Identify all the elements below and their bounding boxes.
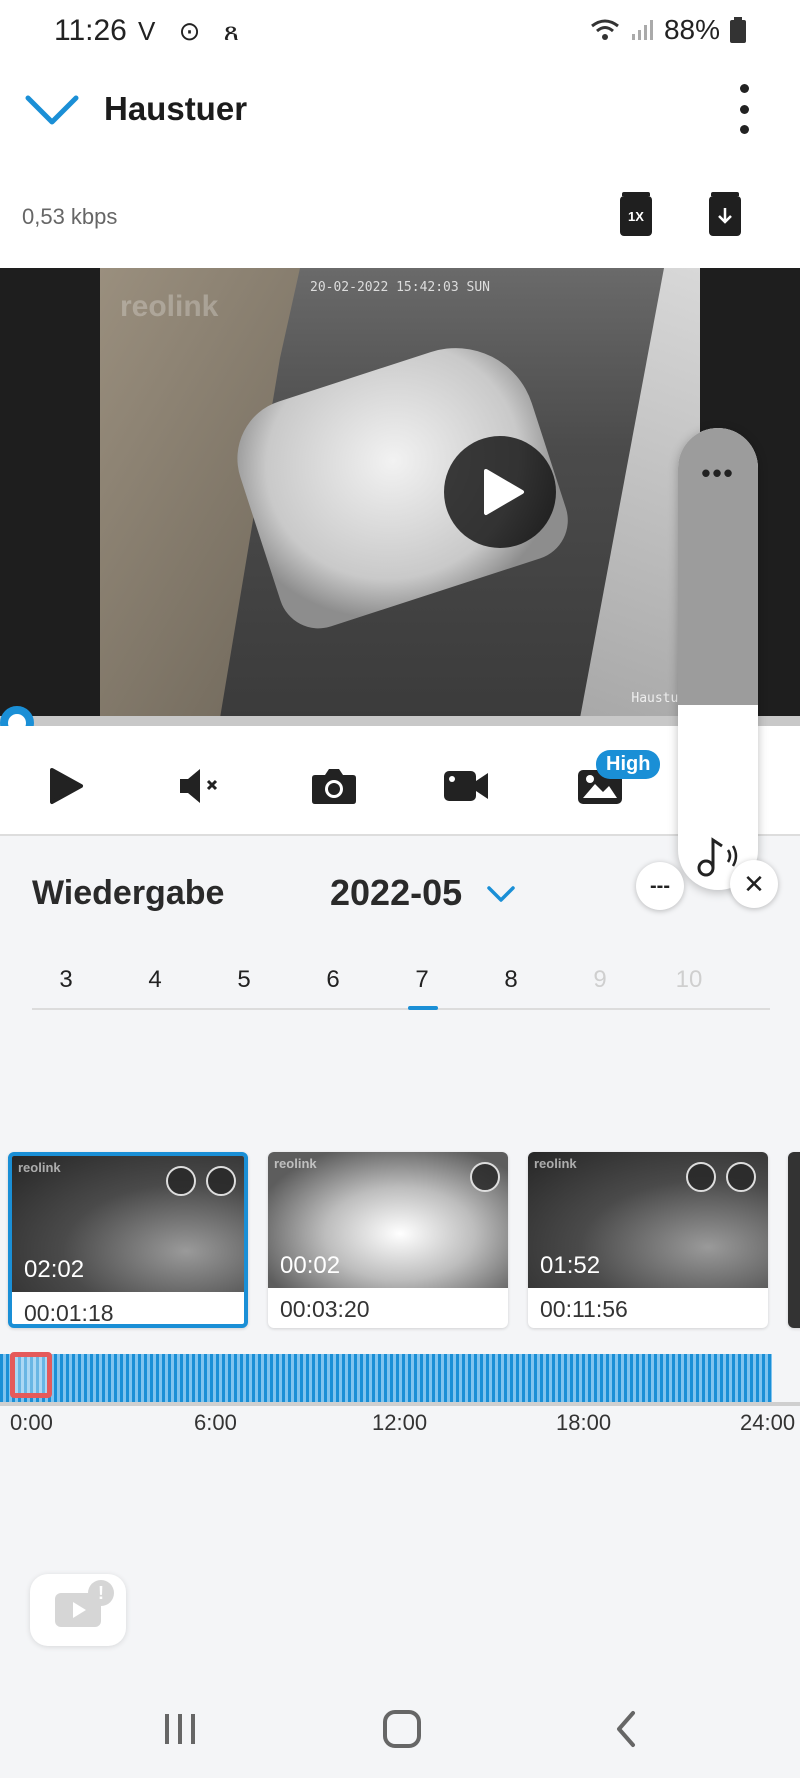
day-item[interactable]: 3 (46, 966, 86, 994)
day-item-selected[interactable]: 7 (402, 966, 442, 1010)
timeline-track[interactable] (0, 1354, 800, 1404)
clip-duration: 01:52 (540, 1252, 601, 1279)
quality-badge: High (596, 750, 661, 779)
collapse-label: --- (650, 874, 670, 897)
clip-thumbnail: reolink 01:52 (528, 1152, 768, 1288)
timeline-baseline (0, 1402, 800, 1406)
motion-icon (470, 1162, 500, 1192)
clip-start-time: 00:11:56 (540, 1296, 628, 1322)
clip-watermark: reolink (534, 1156, 577, 1171)
video-camera-icon (444, 771, 488, 801)
volume-more-icon[interactable]: ••• (678, 458, 758, 489)
playback-title: Wiedergabe (32, 874, 225, 912)
download-icon (718, 208, 732, 224)
status-notification-icons: V ⊙ ጸ (138, 16, 247, 46)
video-frame: reolink 20-02-2022 15:42:03 SUN Haustuer (100, 268, 700, 718)
clip-watermark: reolink (18, 1160, 61, 1175)
signal-icon (631, 20, 653, 40)
clip-start-time: 00:01:18 (24, 1300, 114, 1326)
alert-badge: ! (88, 1580, 114, 1606)
more-menu-icon[interactable] (730, 84, 758, 134)
play-overlay-button[interactable] (444, 436, 556, 548)
recent-apps-icon[interactable] (150, 1706, 210, 1752)
day-item-disabled: 9 (593, 966, 607, 993)
day-item[interactable]: 6 (313, 966, 353, 994)
vehicle-icon (206, 1166, 236, 1196)
back-icon[interactable] (596, 1706, 656, 1752)
play-icon (484, 469, 524, 515)
day-item[interactable]: 5 (224, 966, 264, 994)
day-item[interactable]: 8 (491, 966, 531, 994)
play-button[interactable] (42, 762, 90, 810)
close-button[interactable]: ✕ (730, 860, 778, 908)
snapshot-button[interactable] (310, 762, 358, 810)
day-item[interactable]: 4 (135, 966, 175, 994)
day-selector: 3 4 5 6 7 8 9 10 (32, 960, 770, 1010)
timeline-end (772, 1354, 800, 1404)
chevron-down-icon[interactable] (24, 92, 80, 128)
page-title: Haustuer (104, 90, 248, 127)
vehicle-icon (726, 1162, 756, 1192)
day-item-disabled: 10 (675, 966, 703, 993)
record-button[interactable] (442, 762, 490, 810)
home-icon[interactable] (372, 1706, 432, 1752)
status-bar: 11:26 V ⊙ ጸ 88% (0, 0, 800, 64)
motion-icon (686, 1162, 716, 1192)
timeline-tick-label: 18:00 (556, 1410, 612, 1435)
close-icon: ✕ (743, 868, 765, 899)
speaker-muted-icon (180, 769, 218, 803)
camera-icon (312, 769, 356, 804)
clip-start-time: 00:03:20 (280, 1296, 370, 1322)
chevron-down-icon[interactable] (486, 884, 516, 904)
clip-card[interactable]: reolink 01:52 00:11:56 (528, 1152, 768, 1328)
download-button[interactable] (709, 192, 741, 236)
playback-speed-label: 1X (628, 208, 644, 224)
status-time: 11:26 (54, 14, 127, 47)
timeline-tick-label: 6:00 (194, 1410, 237, 1435)
battery-percent: 88% (663, 14, 720, 45)
timeline-tick-label: 12:00 (372, 1410, 428, 1435)
bitrate-label: 0,53 kbps (22, 204, 118, 229)
clip-card[interactable]: reolink 02:02 00:01:18 (8, 1152, 248, 1328)
playback-speed-button[interactable]: 1X (620, 192, 652, 236)
clip-watermark: reolink (274, 1156, 317, 1171)
status-right: 88% (590, 14, 746, 46)
timeline-tick-label: 0:00 (10, 1410, 53, 1435)
clip-duration: 02:02 (24, 1256, 85, 1283)
clip-thumbnail: reolink 00:02 (268, 1152, 508, 1288)
mute-button[interactable] (178, 762, 226, 810)
clip-thumbnail: reolink 02:02 (12, 1156, 244, 1292)
video-timestamp: 20-02-2022 15:42:03 SUN (310, 280, 491, 295)
play-icon (50, 768, 83, 804)
timeline-tick-label: 24:00 (740, 1410, 796, 1435)
clip-duration: 00:02 (280, 1252, 341, 1279)
video-watermark: reolink (120, 290, 219, 323)
month-selector[interactable]: 2022-05 (330, 872, 462, 914)
volume-slider[interactable]: ••• (678, 428, 758, 890)
timeline-cursor[interactable] (10, 1352, 52, 1398)
clip-card[interactable]: reolink 00:02 00:03:20 (268, 1152, 508, 1328)
battery-icon (730, 17, 746, 43)
wifi-icon (591, 19, 619, 40)
motion-icon (166, 1166, 196, 1196)
collapse-button[interactable]: --- (636, 862, 684, 910)
clip-card-partial[interactable] (788, 1152, 800, 1328)
